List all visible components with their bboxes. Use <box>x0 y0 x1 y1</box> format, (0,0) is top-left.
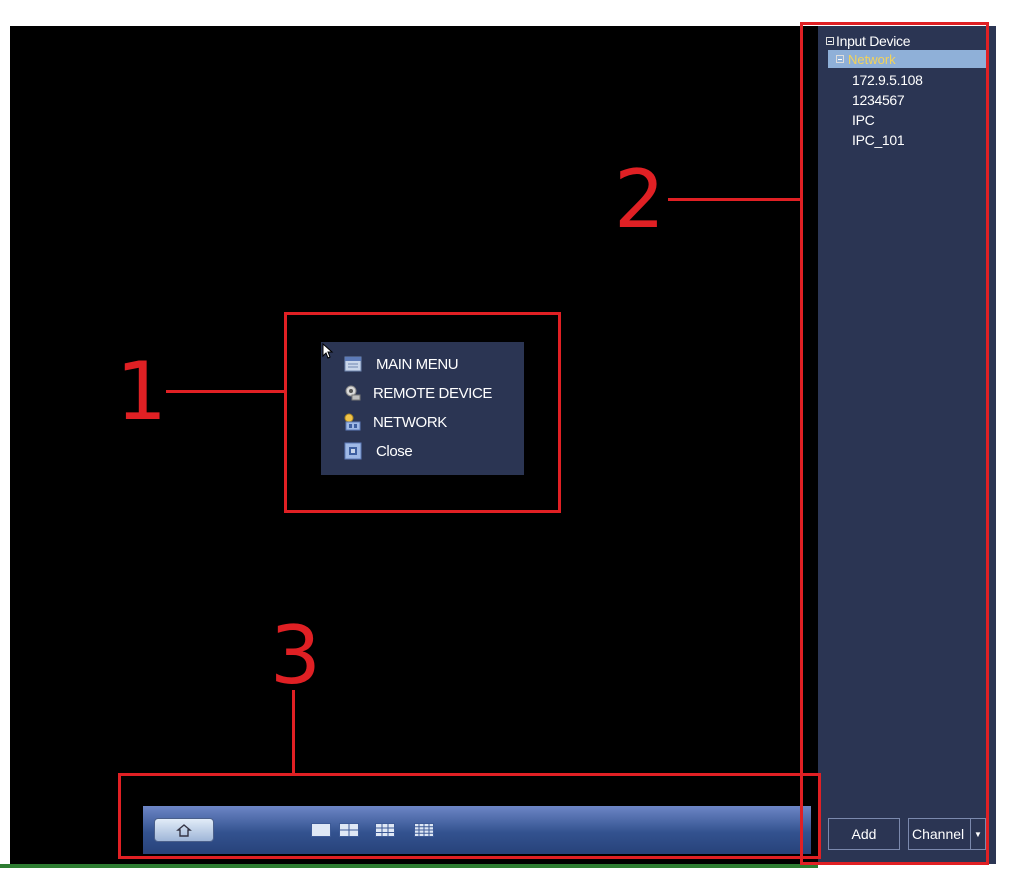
annotation-label-1: 1 <box>116 345 167 438</box>
annotation-box-1 <box>284 312 561 513</box>
annotation-line-3 <box>292 690 295 774</box>
annotation-line-1 <box>166 390 286 393</box>
annotation-box-3 <box>118 773 821 859</box>
annotation-label-3: 3 <box>270 609 321 702</box>
status-strip <box>0 864 818 868</box>
annotation-label-2: 2 <box>614 153 665 246</box>
annotation-line-2 <box>668 198 802 201</box>
annotation-box-2 <box>800 22 989 865</box>
